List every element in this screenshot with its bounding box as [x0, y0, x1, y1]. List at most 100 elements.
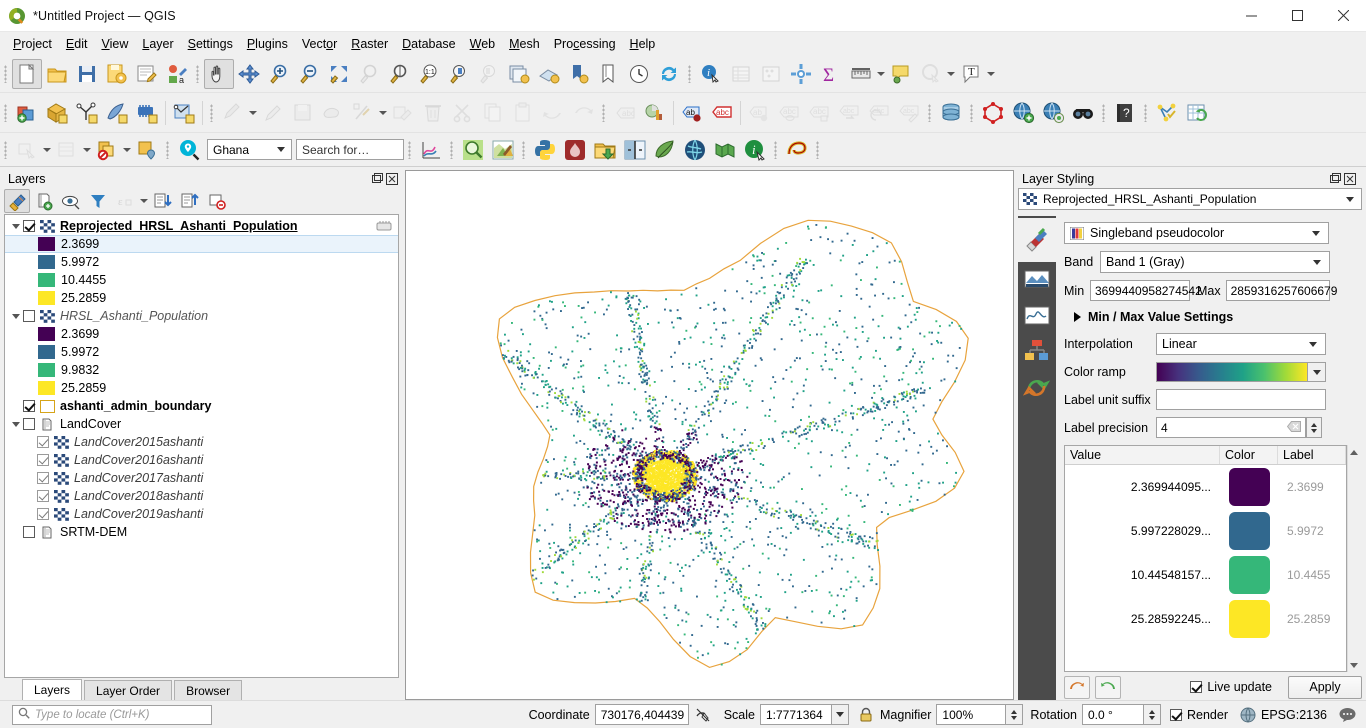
zoom-to-layer-icon[interactable] [384, 59, 414, 89]
map-canvas[interactable] [405, 170, 1014, 700]
filter-legend-expression-icon[interactable]: ε [112, 189, 138, 213]
menu-item-view[interactable]: View [94, 34, 135, 54]
globe-icon[interactable] [680, 135, 710, 165]
refresh-icon[interactable] [654, 59, 684, 89]
coordinate-field[interactable]: 730176,404439 [594, 704, 689, 725]
column-header-value[interactable]: Value [1065, 446, 1220, 464]
deselect-features-icon[interactable] [916, 59, 946, 89]
rotation-field[interactable]: 0.0 ° [1081, 704, 1144, 725]
toolbar-grip[interactable] [2, 102, 10, 124]
new-bookmark-icon[interactable] [564, 59, 594, 89]
deselect-dropdown-arrow-icon[interactable] [946, 72, 956, 76]
panel-tab-layer-order[interactable]: Layer Order [84, 680, 173, 700]
toolbar-grip[interactable] [968, 102, 976, 124]
measure-dropdown-arrow-icon[interactable] [876, 72, 886, 76]
row-color-chip[interactable] [1220, 512, 1278, 550]
layer-visibility-checkbox[interactable] [37, 436, 49, 448]
min-input[interactable]: 3699440958274542 [1090, 280, 1202, 301]
processing-toolbox-icon[interactable] [1152, 98, 1182, 128]
legend-class-row[interactable]: 2.3699 [5, 235, 398, 253]
temporal-controller-icon[interactable] [624, 59, 654, 89]
scroll-down-icon[interactable] [1348, 658, 1361, 672]
select-by-value-dropdown-icon[interactable] [82, 148, 92, 152]
add-vector-layer-icon[interactable] [12, 98, 42, 128]
remove-layer-icon[interactable] [204, 189, 230, 213]
leaflet-icon[interactable] [650, 135, 680, 165]
color-value-row[interactable]: 2.369944095... 2.3699 [1065, 465, 1346, 509]
identify-features-icon[interactable]: i [696, 59, 726, 89]
layer-indicator-icon[interactable] [376, 220, 392, 232]
legend-class-row[interactable]: 25.2859 [5, 379, 398, 397]
add-wms-layer-icon[interactable] [169, 98, 199, 128]
vertex-tool-icon[interactable] [348, 98, 378, 128]
layer-tree-item-landcover2017ashanti[interactable]: LandCover2017ashanti [5, 469, 398, 487]
layer-tree-item-hrsl_ashanti_population[interactable]: HRSL_Ashanti_Population [5, 307, 398, 325]
row-label[interactable]: 2.3699 [1278, 480, 1346, 494]
swipe-tool-icon[interactable] [620, 135, 650, 165]
legend-class-row[interactable]: 2.3699 [5, 325, 398, 343]
toolbar-grip[interactable] [2, 63, 10, 85]
cut-features-icon[interactable] [448, 98, 478, 128]
menu-item-mesh[interactable]: Mesh [502, 34, 547, 54]
filter-legend-dropdown-icon[interactable] [139, 199, 149, 203]
zoom-full-icon[interactable] [324, 59, 354, 89]
close-button[interactable] [1320, 0, 1366, 32]
toolbar-grip[interactable] [448, 139, 456, 161]
minmax-settings-header[interactable]: Min / Max Value Settings [1074, 310, 1362, 324]
add-mesh-layer-icon[interactable] [132, 98, 162, 128]
apply-button[interactable]: Apply [1288, 675, 1362, 699]
open-layer-styling-icon[interactable] [4, 189, 30, 213]
vertex-tool-dropdown-icon[interactable] [378, 111, 388, 115]
deselect-all-icon[interactable] [92, 135, 122, 165]
search-location-icon[interactable] [174, 135, 204, 165]
layer-tree-item-landcover[interactable]: LandCover [5, 415, 398, 433]
map-tips-icon[interactable] [886, 59, 916, 89]
clear-field-icon[interactable] [1286, 420, 1301, 435]
show-bookmarks-icon[interactable] [594, 59, 624, 89]
grass-icon[interactable] [560, 135, 590, 165]
db-manager-icon[interactable] [936, 98, 966, 128]
expand-all-icon[interactable] [150, 189, 176, 213]
rotation-stepper[interactable] [1143, 704, 1161, 725]
layer-visibility-checkbox[interactable] [37, 490, 49, 502]
geocoding-icon[interactable] [1068, 98, 1098, 128]
interpolation-combo[interactable]: Linear [1156, 333, 1326, 355]
freehand-icon[interactable] [782, 135, 812, 165]
change-label-icon[interactable]: abc [804, 98, 834, 128]
color-ramp-dropdown-icon[interactable] [1308, 362, 1326, 382]
histogram-icon[interactable] [1021, 300, 1053, 332]
qgis2web-icon[interactable] [488, 135, 518, 165]
zoom-native-icon[interactable]: 1:1 [414, 59, 444, 89]
toggle-extents-icon[interactable] [695, 707, 711, 723]
new-map-view-icon[interactable] [504, 59, 534, 89]
change-label-properties-icon[interactable]: abc [864, 98, 894, 128]
add-raster-layer-icon[interactable] [42, 98, 72, 128]
toolbar-grip[interactable] [194, 63, 202, 85]
menu-item-web[interactable]: Web [463, 34, 502, 54]
redo-icon[interactable] [1095, 675, 1121, 699]
new-project-icon[interactable] [12, 58, 42, 89]
toolbar-grip[interactable] [772, 139, 780, 161]
save-project-as-icon[interactable] [102, 59, 132, 89]
toolbar-grip[interactable] [2, 139, 10, 161]
menu-item-database[interactable]: Database [395, 34, 463, 54]
select-by-value-icon[interactable] [52, 135, 82, 165]
info-icon[interactable]: i [740, 135, 770, 165]
menu-item-settings[interactable]: Settings [181, 34, 240, 54]
current-edits-icon[interactable] [218, 98, 248, 128]
country-combo[interactable]: Ghana [207, 139, 292, 160]
open-attribute-table-icon[interactable] [726, 59, 756, 89]
layer-visibility-checkbox[interactable] [37, 508, 49, 520]
refresh-table-icon[interactable] [1182, 98, 1212, 128]
add-polygon-feature-icon[interactable] [318, 98, 348, 128]
style-layer-combo[interactable]: Reprojected_HRSL_Ashanti_Population [1018, 188, 1362, 210]
select-by-location-icon[interactable] [132, 135, 162, 165]
highlight-labels-icon[interactable]: abc [707, 98, 737, 128]
legend-class-row[interactable]: 10.4455 [5, 271, 398, 289]
undo-redo-icon[interactable] [1021, 370, 1053, 402]
layer-tree-item-landcover2015ashanti[interactable]: LandCover2015ashanti [5, 433, 398, 451]
new-3d-map-view-icon[interactable] [534, 59, 564, 89]
rotate-label-icon[interactable]: abc [834, 98, 864, 128]
band-combo[interactable]: Band 1 (Gray) [1100, 251, 1330, 273]
scroll-up-icon[interactable] [1348, 445, 1361, 459]
